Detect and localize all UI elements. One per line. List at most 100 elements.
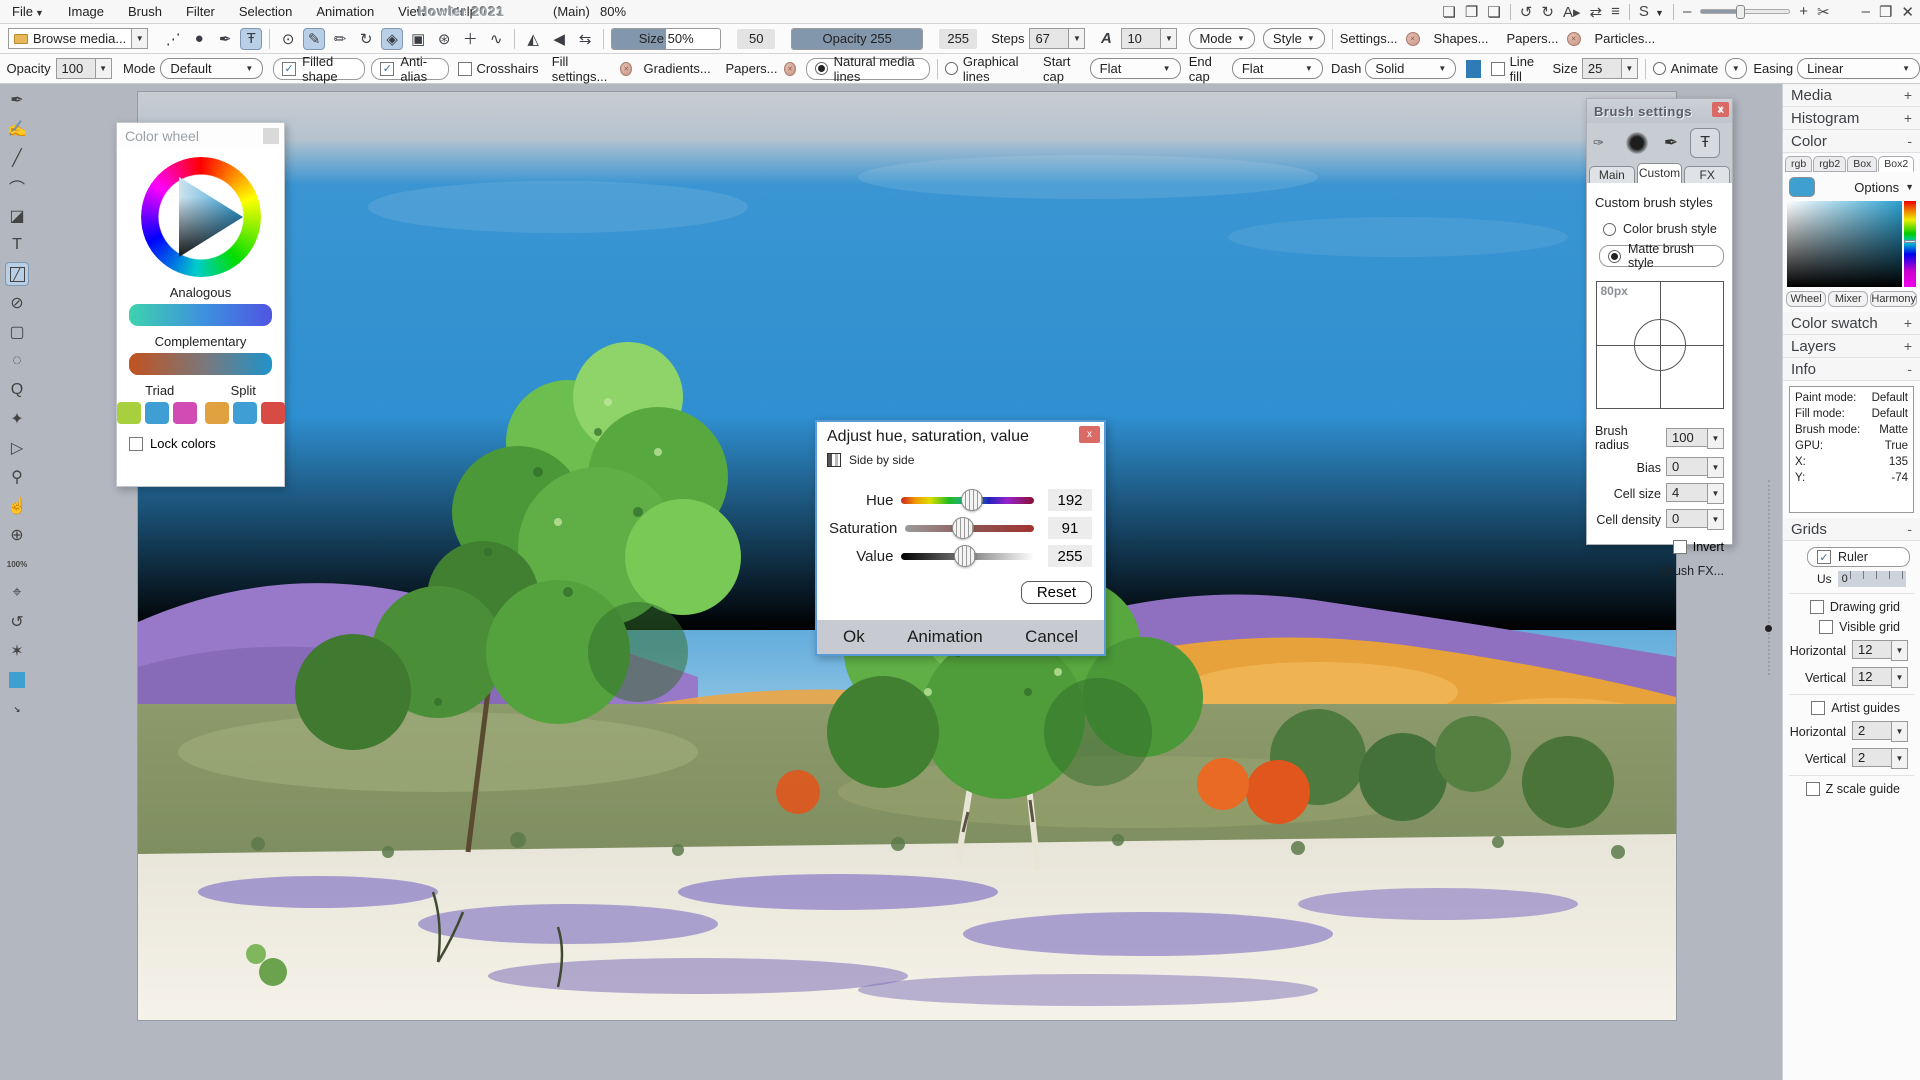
zoom-in-button[interactable]: + — [1799, 3, 1808, 20]
pin-icon[interactable]: ✑ — [1593, 135, 1604, 151]
poly-select-tool[interactable]: ▷ — [5, 436, 29, 460]
graphical-lines-radio[interactable] — [945, 62, 958, 75]
close-icon[interactable]: x — [1079, 426, 1100, 443]
window-close[interactable]: ✕ — [1901, 3, 1914, 21]
skew-left-icon[interactable]: ◀ — [548, 28, 570, 50]
end-cap-dropdown[interactable]: Flat▼ — [1232, 58, 1323, 79]
bias-dropdown[interactable]: 0▼ — [1666, 457, 1724, 478]
info-section-header[interactable]: Info- — [1783, 358, 1920, 381]
color-section-header[interactable]: Color- — [1783, 130, 1920, 153]
brush-fx-link[interactable]: Brush FX... — [1595, 564, 1724, 578]
paste-image-icon[interactable]: ❏ — [1442, 3, 1455, 21]
text-arrow-icon[interactable]: A▸ — [1563, 3, 1581, 21]
split-swatch-1[interactable] — [205, 402, 229, 424]
animation-button[interactable]: Animation — [907, 627, 983, 647]
animate-radio[interactable] — [1653, 62, 1666, 75]
lock-colors-checkbox[interactable] — [129, 437, 143, 451]
papers2-link[interactable]: Papers... — [725, 61, 777, 76]
crosshairs-checkbox[interactable] — [458, 62, 472, 76]
triad-swatch-1[interactable] — [117, 402, 141, 424]
saturation-slider[interactable] — [905, 525, 1034, 532]
fx-star-tool[interactable]: ✶ — [5, 639, 29, 663]
split-swatch-3[interactable] — [261, 402, 285, 424]
grids-section-header[interactable]: Grids- — [1783, 518, 1920, 541]
smudge-tool[interactable]: ☝ — [5, 494, 29, 518]
picker-pin-tool[interactable]: ⚲ — [5, 465, 29, 489]
lines-icon[interactable]: ≡ — [1611, 3, 1620, 20]
line-opacity-dropdown[interactable]: 100▼ — [56, 58, 112, 79]
sv-picker[interactable] — [1787, 201, 1902, 287]
current-color-swatch[interactable] — [1789, 177, 1815, 197]
fill-settings-link[interactable]: Fill settings... — [552, 54, 614, 84]
visible-grid-checkbox[interactable] — [1819, 620, 1833, 634]
clone-stamp-icon[interactable]: Ŧ — [240, 28, 262, 50]
swap-icon[interactable]: ⇄ — [1589, 3, 1602, 21]
aa-steps-dropdown[interactable]: 10▼ — [1121, 28, 1177, 49]
airbrush-tool[interactable]: ✒ — [5, 88, 29, 112]
split-swatch-2[interactable] — [233, 402, 257, 424]
line-color-swatch[interactable] — [1466, 60, 1481, 78]
paste-layer-icon[interactable]: ❑ — [1487, 3, 1500, 21]
papers-link[interactable]: Papers... — [1506, 31, 1558, 46]
collapse-arrow[interactable]: ↘ — [5, 697, 29, 721]
soft-dab-icon[interactable]: ● — [188, 28, 210, 50]
brush-size-slider[interactable]: Size 50% — [611, 28, 721, 50]
dash-dropdown[interactable]: Solid▼ — [1365, 58, 1456, 79]
rotate-icon[interactable]: ↻ — [355, 28, 377, 50]
undo-icon[interactable]: ↺ — [1520, 3, 1533, 21]
cell-density-dropdown[interactable]: 0▼ — [1666, 509, 1724, 530]
grid-horizontal-dropdown[interactable]: 12▼ — [1852, 640, 1908, 661]
reset-button[interactable]: Reset — [1021, 581, 1092, 604]
ok-button[interactable]: Ok — [843, 627, 865, 647]
ellipse-select-tool[interactable]: ◌ — [5, 349, 29, 373]
paint-tool[interactable]: ✍ — [5, 117, 29, 141]
redo-icon[interactable]: ↻ — [1541, 3, 1554, 21]
settings-link[interactable]: Settings... — [1340, 31, 1398, 46]
close-icon[interactable] — [263, 128, 279, 144]
color-brush-style-radio[interactable] — [1603, 223, 1616, 236]
analogous-bar[interactable] — [129, 304, 272, 326]
dock-resize-handle[interactable] — [1768, 480, 1776, 675]
menu-item[interactable]: Brush — [116, 4, 174, 19]
window-restore[interactable]: ❐ — [1879, 3, 1892, 21]
shape-line-tool[interactable]: ╱ — [5, 262, 29, 286]
gradients-link[interactable]: Gradients... — [644, 61, 711, 76]
sv-triangle[interactable] — [141, 157, 261, 277]
particles-link[interactable]: Particles... — [1595, 31, 1656, 46]
crosshair-plus-icon[interactable]: ＋ — [459, 28, 481, 50]
triad-swatch-2[interactable] — [145, 402, 169, 424]
line-size-dropdown[interactable]: 25▼ — [1582, 58, 1638, 79]
drawing-grid-checkbox[interactable] — [1810, 600, 1824, 614]
complementary-bar[interactable] — [129, 353, 272, 375]
pencil-icon[interactable]: ✏ — [329, 28, 351, 50]
asterisk-circle-icon[interactable]: ⊛ — [433, 28, 455, 50]
z-scale-guide-checkbox[interactable] — [1806, 782, 1820, 796]
artist-horizontal-dropdown[interactable]: 2▼ — [1852, 721, 1908, 742]
fill-settings-badge-icon[interactable]: ✕ — [620, 62, 632, 76]
brush-radius-dropdown[interactable]: 100▼ — [1666, 428, 1724, 449]
value-slider[interactable] — [901, 553, 1034, 560]
flip-icon[interactable]: ⇆ — [574, 28, 596, 50]
papers-badge-icon[interactable]: ✕ — [1567, 32, 1581, 46]
pan-tool[interactable]: ⌖ — [5, 581, 29, 605]
ruler-option[interactable]: ✓ Ruler — [1807, 547, 1910, 567]
anti-alias-option[interactable]: ✓Anti-alias — [371, 58, 449, 80]
mode-menu-button[interactable]: Mode▼ — [1189, 28, 1254, 49]
brush-preview[interactable]: 80px — [1596, 281, 1724, 409]
filled-shape-option[interactable]: ✓Filled shape — [273, 58, 365, 80]
ellipse-tool[interactable]: ⊘ — [5, 291, 29, 315]
animate-options-dropdown[interactable]: ▼ — [1725, 58, 1747, 79]
settings-badge-icon[interactable]: ✕ — [1406, 32, 1420, 46]
artist-vertical-dropdown[interactable]: 2▼ — [1852, 748, 1908, 769]
pen-square-icon[interactable]: ▣ — [407, 28, 429, 50]
perspective-icon[interactable]: ◭ — [522, 28, 544, 50]
compass-icon[interactable]: ◈ — [381, 28, 403, 50]
zoom-tool[interactable]: ⊕ — [5, 523, 29, 547]
paste-selection-icon[interactable]: ❐ — [1465, 3, 1478, 21]
line-mode-dropdown[interactable]: Default▼ — [160, 58, 263, 79]
start-cap-dropdown[interactable]: Flat▼ — [1090, 58, 1181, 79]
easing-dropdown[interactable]: Linear▼ — [1797, 58, 1920, 79]
cancel-button[interactable]: Cancel — [1025, 627, 1078, 647]
units-ruler[interactable]: 0 — [1838, 571, 1906, 587]
script-menu[interactable]: S ▼ — [1639, 3, 1664, 20]
